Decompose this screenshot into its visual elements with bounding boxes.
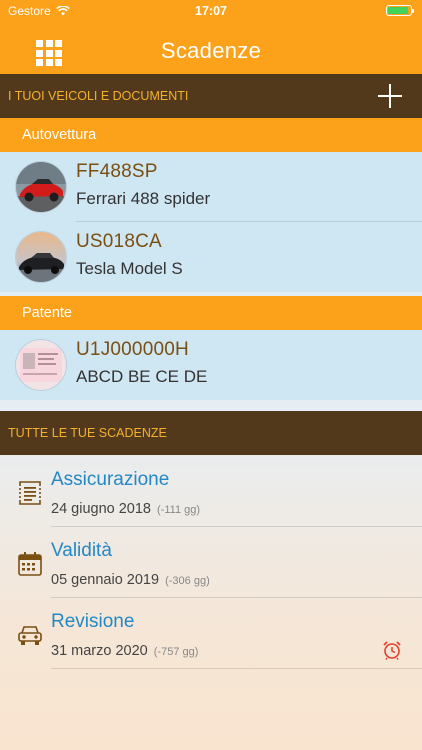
status-bar: Gestore 17:07 [0,0,422,22]
row-divider [51,668,422,669]
vehicles-section-header: I TUOI VEICOLI E DOCUMENTI [0,74,422,118]
deadline-row-assicurazione[interactable]: Assicurazione 24 giugno 2018 (-111 gg) [0,456,422,527]
nav-bar: Scadenze [0,22,422,74]
deadline-date-text: 31 marzo 2020 [51,643,148,659]
battery-level [388,7,408,14]
vehicle-row-ferrari[interactable]: FF488SP Ferrari 488 spider [0,152,422,222]
car-front-icon [18,626,42,645]
plus-icon[interactable] [378,84,402,108]
deadline-date-text: 05 gennaio 2019 [51,572,160,588]
deadline-name: Validità [51,540,112,561]
category-label: Autovettura [22,127,97,143]
category-header-autovettura: Autovettura [0,118,422,152]
clock: 17:07 [195,4,227,18]
document-number: U1J000000H [76,339,189,360]
driving-license-card-image [16,340,66,390]
deadline-name: Assicurazione [51,469,170,490]
deadline-name: Revisione [51,611,135,632]
deadline-delta: (-306 gg) [165,575,210,587]
deadline-date-text: 24 giugno 2018 [51,501,151,517]
deadline-row-validita[interactable]: Validità 05 gennaio 2019 (-306 gg) [0,527,422,598]
category-header-patente: Patente [0,296,422,330]
vehicle-plate: FF488SP [76,161,158,182]
red-sports-car-image [16,162,66,212]
avatar [16,232,66,282]
deadline-delta: (-757 gg) [153,646,199,658]
vehicle-model: Tesla Model S [76,259,183,278]
deadlines-section-header: TUTTE LE TUE SCADENZE [0,411,422,455]
deadline-date: 31 marzo 2020 (-757 gg) [51,643,198,659]
avatar [16,340,66,390]
license-categories: ABCD BE CE DE [76,367,208,386]
document-list-icon [19,481,41,505]
deadline-delta: (-111 gg) [157,504,201,516]
vehicle-model: Ferrari 488 spider [76,189,211,208]
section-title: TUTTE LE TUE SCADENZE [8,426,167,440]
document-row-license[interactable]: U1J000000H ABCD BE CE DE [0,330,422,400]
section-title: I TUOI VEICOLI E DOCUMENTI [8,89,189,103]
avatar [16,162,66,212]
black-sedan-sunset-image [16,232,66,282]
vehicle-plate: US018CA [76,231,162,252]
calendar-icon [18,552,42,576]
vehicle-row-tesla[interactable]: US018CA Tesla Model S [0,222,422,292]
deadline-row-revisione[interactable]: Revisione 31 marzo 2020 (-757 gg) [0,598,422,669]
page-title: Scadenze [160,38,262,63]
deadline-date: 05 gennaio 2019 (-306 gg) [51,572,210,588]
alarm-clock-icon[interactable] [382,640,402,660]
category-label: Patente [22,305,72,321]
battery-icon [386,5,414,16]
deadline-date: 24 giugno 2018 (-111 gg) [51,501,200,517]
